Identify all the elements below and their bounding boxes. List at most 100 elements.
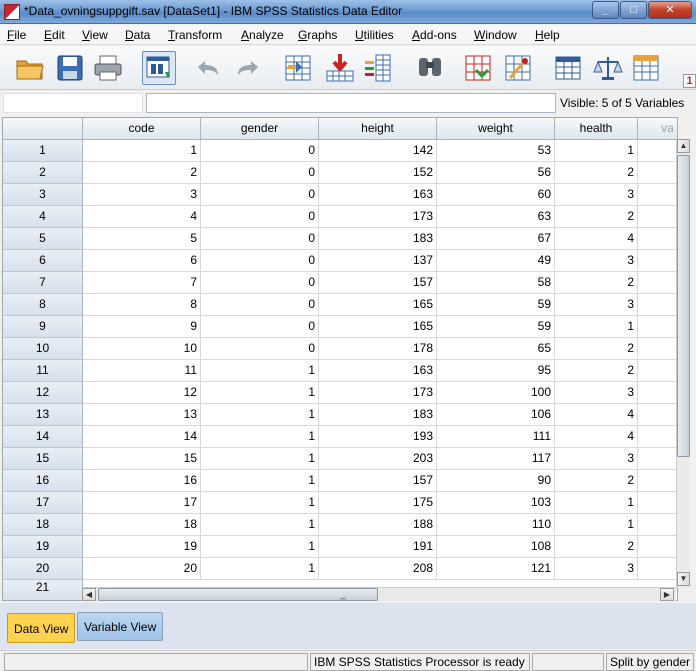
cell-gender[interactable]: 0 [201, 140, 319, 162]
cell-empty-var[interactable] [638, 162, 677, 184]
cell-height[interactable]: 173 [319, 382, 437, 404]
cell-weight[interactable]: 103 [437, 492, 555, 514]
undo-icon[interactable] [192, 52, 224, 84]
cell-health[interactable]: 3 [555, 184, 638, 206]
cell-health[interactable]: 3 [555, 448, 638, 470]
row-header[interactable]: 19 [3, 536, 83, 558]
toolbar-overflow[interactable]: 1 [683, 74, 696, 88]
vertical-scroll-thumb[interactable] [677, 155, 690, 457]
cell-empty-var[interactable] [638, 316, 677, 338]
cell-empty-var[interactable] [638, 360, 677, 382]
cell-weight[interactable]: 59 [437, 316, 555, 338]
cell-gender[interactable]: 0 [201, 228, 319, 250]
split-file-icon[interactable] [552, 52, 584, 84]
cell-health[interactable]: 2 [555, 536, 638, 558]
recall-dialog-icon[interactable] [142, 51, 176, 85]
cell-height[interactable]: 183 [319, 228, 437, 250]
cell-health[interactable]: 4 [555, 426, 638, 448]
cell-health[interactable]: 2 [555, 338, 638, 360]
cell-health[interactable]: 4 [555, 404, 638, 426]
cell-empty-var[interactable] [638, 536, 677, 558]
cell-empty-var[interactable] [638, 492, 677, 514]
cell-code[interactable]: 5 [83, 228, 201, 250]
cell-health[interactable]: 2 [555, 272, 638, 294]
cell-code[interactable]: 19 [83, 536, 201, 558]
close-button[interactable]: ✕ [648, 1, 692, 19]
cell-gender[interactable]: 1 [201, 426, 319, 448]
cell-empty-var[interactable] [638, 558, 677, 580]
cell-gender[interactable]: 1 [201, 470, 319, 492]
horizontal-scrollbar[interactable]: ◀ ▶ [82, 587, 676, 601]
cell-gender[interactable]: 0 [201, 294, 319, 316]
cell-gender[interactable]: 1 [201, 536, 319, 558]
cell-gender[interactable]: 0 [201, 338, 319, 360]
cell-empty-var[interactable] [638, 382, 677, 404]
row-header[interactable]: 2 [3, 162, 83, 184]
find-icon[interactable] [414, 52, 446, 84]
open-folder-icon[interactable] [14, 52, 46, 84]
row-header[interactable]: 3 [3, 184, 83, 206]
cell-code[interactable]: 16 [83, 470, 201, 492]
cell-gender[interactable]: 1 [201, 514, 319, 536]
cell-gender[interactable]: 0 [201, 162, 319, 184]
cell-code[interactable]: 9 [83, 316, 201, 338]
cell-code[interactable]: 15 [83, 448, 201, 470]
cell-health[interactable]: 4 [555, 228, 638, 250]
cell-gender[interactable]: 0 [201, 250, 319, 272]
cell-health[interactable]: 2 [555, 360, 638, 382]
insert-variable-icon[interactable] [502, 52, 534, 84]
cell-code[interactable]: 3 [83, 184, 201, 206]
cell-code[interactable]: 12 [83, 382, 201, 404]
cell-health[interactable]: 1 [555, 514, 638, 536]
scroll-right-icon[interactable]: ▶ [660, 588, 674, 601]
cell-empty-var[interactable] [638, 470, 677, 492]
cell-code[interactable]: 2 [83, 162, 201, 184]
cell-code[interactable]: 17 [83, 492, 201, 514]
cell-height[interactable]: 157 [319, 470, 437, 492]
cell-empty-var[interactable] [638, 448, 677, 470]
row-header[interactable]: 14 [3, 426, 83, 448]
cell-weight[interactable]: 90 [437, 470, 555, 492]
cell-gender[interactable]: 0 [201, 316, 319, 338]
tab-variable-view[interactable]: Variable View [77, 612, 164, 641]
row-header[interactable]: 12 [3, 382, 83, 404]
cell-weight[interactable]: 100 [437, 382, 555, 404]
menu-window[interactable]: Window [474, 28, 517, 42]
menu-file[interactable]: File [7, 28, 26, 42]
cell-health[interactable]: 2 [555, 162, 638, 184]
menu-help[interactable]: Help [535, 28, 560, 42]
menu-analyze[interactable]: Analyze [241, 28, 284, 42]
cell-gender[interactable]: 0 [201, 184, 319, 206]
save-icon[interactable] [54, 52, 86, 84]
column-header-gender[interactable]: gender [201, 118, 319, 140]
cell-weight[interactable]: 121 [437, 558, 555, 580]
minimize-button[interactable]: _ [592, 1, 619, 19]
cell-height[interactable]: 188 [319, 514, 437, 536]
cell-weight[interactable]: 60 [437, 184, 555, 206]
cell-weight[interactable]: 49 [437, 250, 555, 272]
cell-health[interactable]: 2 [555, 206, 638, 228]
goto-case-icon[interactable] [282, 52, 314, 84]
select-cases-icon[interactable] [630, 52, 662, 84]
vertical-scrollbar[interactable]: ▲ ▼ [676, 139, 690, 587]
scroll-up-icon[interactable]: ▲ [677, 139, 690, 153]
row-header[interactable]: 6 [3, 250, 83, 272]
cell-value-field[interactable] [146, 93, 556, 113]
cell-gender[interactable]: 1 [201, 382, 319, 404]
maximize-button[interactable]: □ [620, 1, 647, 19]
cell-weight[interactable]: 63 [437, 206, 555, 228]
cell-weight[interactable]: 110 [437, 514, 555, 536]
cell-height[interactable]: 165 [319, 316, 437, 338]
cell-weight[interactable]: 58 [437, 272, 555, 294]
cell-weight[interactable]: 67 [437, 228, 555, 250]
cell-height[interactable]: 183 [319, 404, 437, 426]
cell-height[interactable]: 173 [319, 206, 437, 228]
column-header-height[interactable]: height [319, 118, 437, 140]
cell-gender[interactable]: 0 [201, 206, 319, 228]
menu-graphs[interactable]: Graphs [298, 28, 337, 42]
scroll-left-icon[interactable]: ◀ [82, 588, 96, 601]
row-header[interactable]: 13 [3, 404, 83, 426]
cell-code[interactable]: 11 [83, 360, 201, 382]
cell-health[interactable]: 1 [555, 492, 638, 514]
column-header-weight[interactable]: weight [437, 118, 555, 140]
